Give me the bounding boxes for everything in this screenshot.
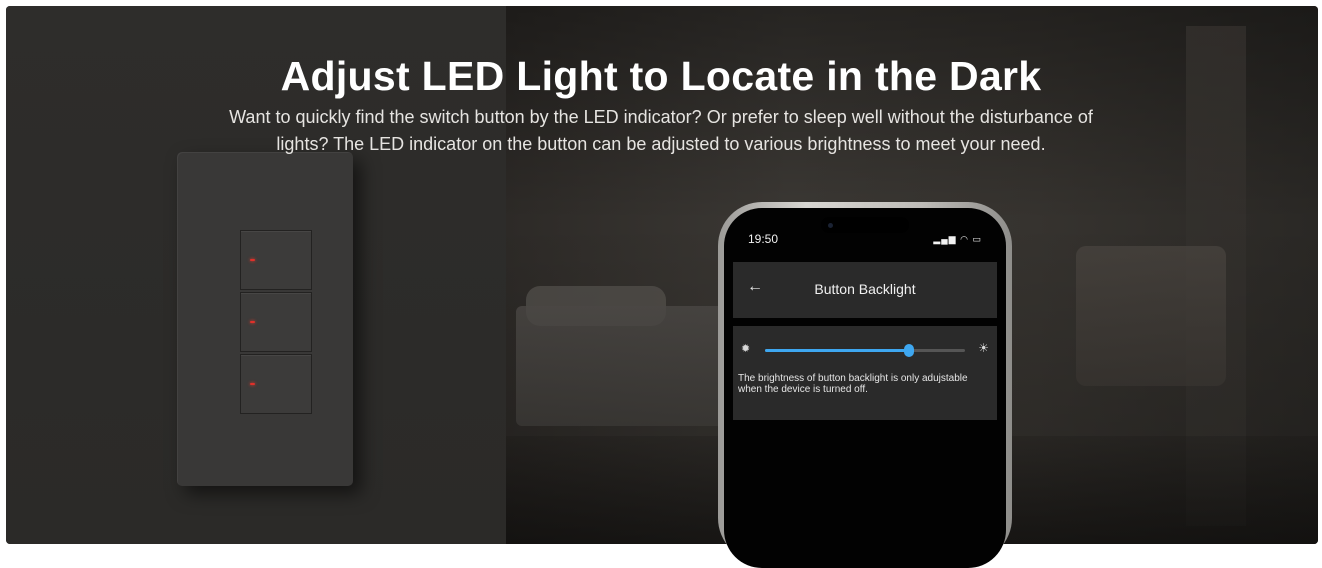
- status-time: 19:50: [748, 232, 779, 246]
- sun-high-icon: ☀: [978, 341, 989, 355]
- switch-panel: [177, 152, 353, 486]
- switch-button-3[interactable]: [240, 354, 312, 414]
- led-indicator: [250, 383, 255, 385]
- hero-title: Adjust LED Light to Locate in the Dark: [280, 53, 1042, 99]
- app-title: Button Backlight: [814, 281, 916, 297]
- phone-mockup: 19:50 ▂▄▆ ◠ ▭ ← Button Backlight ✹ ☀ The…: [718, 202, 1012, 568]
- app-bar: ← Button Backlight: [733, 262, 997, 318]
- led-indicator: [250, 259, 255, 261]
- brightness-slider[interactable]: [765, 344, 965, 357]
- status-icons: ▂▄▆ ◠ ▭: [933, 234, 982, 245]
- wifi-icon: ◠: [960, 234, 969, 244]
- phone-screen: 19:50 ▂▄▆ ◠ ▭ ← Button Backlight ✹ ☀ The…: [724, 208, 1006, 568]
- dynamic-island: [821, 217, 909, 233]
- slider-fill: [765, 349, 909, 352]
- switch-button-2[interactable]: [240, 292, 312, 352]
- camera-icon: [828, 223, 833, 228]
- signal-icon: ▂▄▆: [933, 234, 957, 244]
- sun-low-icon: ✹: [741, 343, 751, 355]
- slider-thumb[interactable]: [904, 344, 914, 357]
- switch-button-1[interactable]: [240, 230, 312, 290]
- brightness-card: ✹ ☀ The brightness of button backlight i…: [733, 326, 997, 420]
- battery-icon: ▭: [972, 234, 982, 244]
- hero-subtitle-line-2: lights? The LED indicator on the button …: [276, 134, 1046, 154]
- brightness-note: The brightness of button backlight is on…: [738, 373, 968, 395]
- armchair: [1076, 246, 1226, 386]
- led-indicator: [250, 321, 255, 323]
- hero-subtitle-line-1: Want to quickly find the switch button b…: [229, 107, 1093, 127]
